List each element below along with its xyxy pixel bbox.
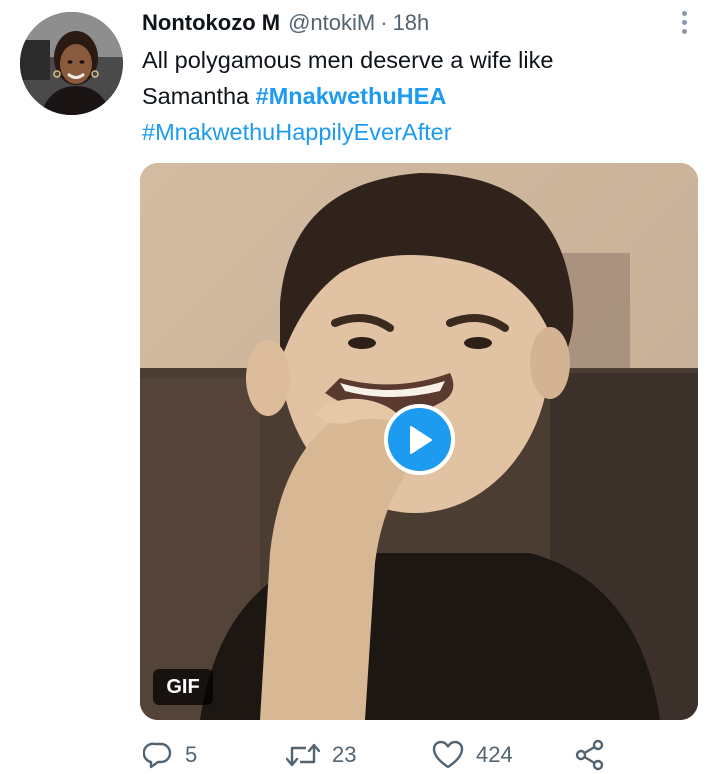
share-button[interactable] xyxy=(574,738,606,772)
author-display-name[interactable]: Nontokozo M xyxy=(142,10,280,36)
play-button[interactable] xyxy=(384,404,455,475)
retweet-icon xyxy=(286,743,320,767)
tweet-timestamp[interactable]: 18h xyxy=(393,10,430,36)
tweet-media-gif[interactable]: GIF xyxy=(140,163,698,720)
more-options-icon[interactable] xyxy=(672,8,696,36)
tweet-text-line1: All polygamous men deserve a wife like xyxy=(142,47,554,73)
tweet-actions: 5 23 424 xyxy=(0,738,720,772)
share-icon xyxy=(575,739,604,771)
hashtag-mnakwethuhea[interactable]: #MnakwethuHEA xyxy=(256,83,447,109)
tweet-text-line2: Samantha #MnakwethuHEA xyxy=(142,78,702,114)
tweet-text: All polygamous men deserve a wife like S… xyxy=(142,42,702,150)
separator-dot: · xyxy=(380,10,388,35)
retweet-count: 23 xyxy=(332,742,357,767)
like-button[interactable]: 424 xyxy=(432,738,513,772)
like-count: 424 xyxy=(476,742,513,767)
reply-icon xyxy=(143,742,172,769)
reply-button[interactable]: 5 xyxy=(143,738,197,772)
tweet: Nontokozo M @ntokiM · 18h All polygamous… xyxy=(0,0,720,774)
retweet-button[interactable]: 23 xyxy=(286,738,356,772)
avatar[interactable] xyxy=(20,12,123,115)
reply-count: 5 xyxy=(185,742,198,767)
play-icon xyxy=(409,425,432,454)
hashtag-mnakwethuhappilyeverafter[interactable]: #MnakwethuHappilyEverAfter xyxy=(142,114,702,150)
gif-badge: GIF xyxy=(153,669,213,705)
avatar-image xyxy=(20,12,123,115)
tweet-header: Nontokozo M @ntokiM · 18h xyxy=(142,6,429,40)
tweet-text-line2-prefix: Samantha xyxy=(142,83,256,109)
heart-icon xyxy=(432,740,464,769)
author-handle[interactable]: @ntokiM xyxy=(288,10,375,36)
